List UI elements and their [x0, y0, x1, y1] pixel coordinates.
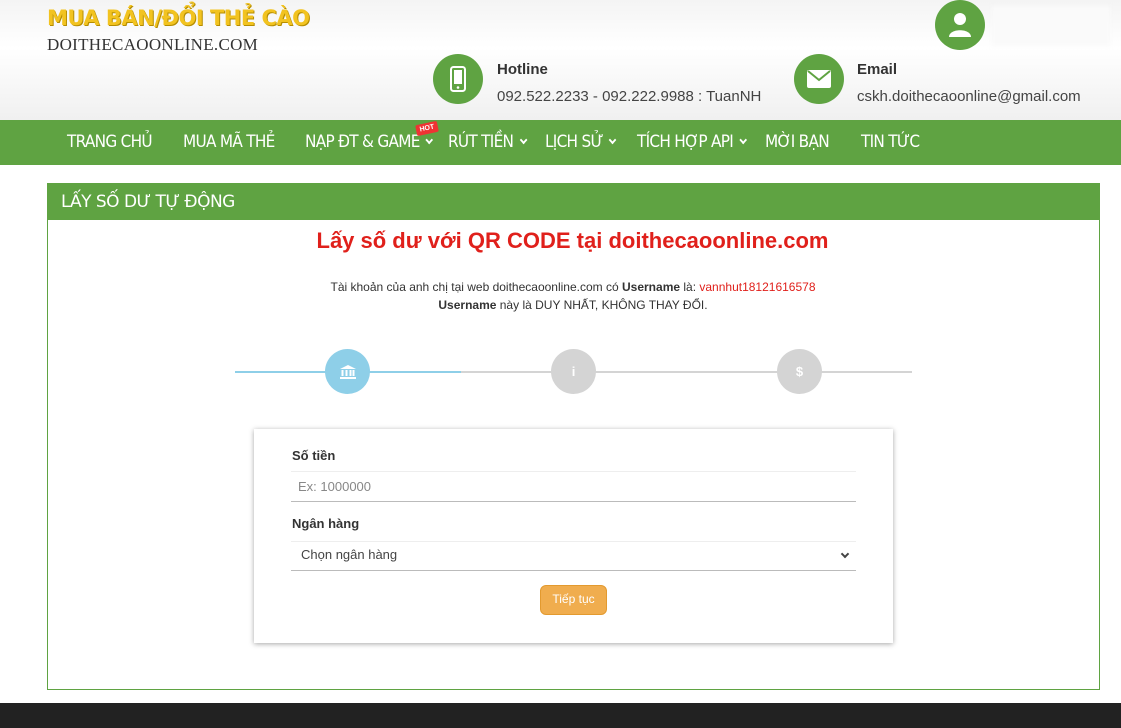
- nav-item-label: MỜI BẠN: [765, 132, 830, 152]
- logo-domain[interactable]: DOITHECAOONLINE.COM: [47, 35, 258, 55]
- chevron-down-icon: [519, 135, 527, 145]
- hotline-icon-circle: [433, 54, 483, 104]
- note-rest: này là DUY NHẤT, KHÔNG THAY ĐỔI.: [496, 298, 708, 312]
- bank-select-value: Chọn ngân hàng: [301, 547, 398, 562]
- chevron-down-icon: [608, 135, 617, 145]
- nav-item-label: NẠP ĐT & GAME: [305, 132, 420, 152]
- nav-item-label: TRANG CHỦ: [67, 132, 153, 152]
- logo-title[interactable]: MUA BÁN/ĐỔI THẺ CÀO: [47, 6, 310, 30]
- bank-label: Ngân hàng: [292, 516, 360, 531]
- amount-label: Số tiền: [292, 448, 336, 463]
- chevron-down-icon: [739, 135, 747, 145]
- amount-input[interactable]: [291, 471, 856, 502]
- nav-item-history[interactable]: LỊCH SỬ: [545, 120, 617, 165]
- hotline-value: 092.522.2233 - 092.222.9988 : TuanNH: [497, 88, 762, 105]
- hotline-title: Hotline: [497, 61, 548, 78]
- nav-item-topup[interactable]: NẠP ĐT & GAME: [305, 120, 434, 165]
- user-avatar[interactable]: [935, 0, 985, 50]
- nav-item-label: TIN TỨC: [861, 132, 920, 152]
- nav-item-invite[interactable]: MỜI BẠN: [765, 120, 830, 165]
- main-nav: TRANG CHỦ MUA MÃ THẺ NẠP ĐT & GAME RÚT T…: [0, 120, 1121, 165]
- info-icon: i: [571, 364, 576, 379]
- account-info-line: Tài khoản của anh chị tại web doithecaoo…: [0, 280, 1121, 294]
- step-progress-inactive: [461, 371, 912, 373]
- unique-note-line: Username này là DUY NHẤT, KHÔNG THAY ĐỔI…: [0, 298, 1121, 312]
- chevron-down-icon: [425, 135, 434, 145]
- email-icon-circle: [794, 54, 844, 104]
- note-username-label: Username: [438, 298, 497, 312]
- nav-item-home[interactable]: TRANG CHỦ: [67, 120, 153, 165]
- info-mid: là:: [680, 280, 700, 294]
- username-value: vannhut18121616578: [699, 280, 816, 294]
- info-prefix: Tài khoản của anh chị tại web doithecaoo…: [330, 280, 622, 294]
- email-value[interactable]: cskh.doithecaoonline@gmail.com: [857, 88, 1081, 105]
- site-header: MUA BÁN/ĐỔI THẺ CÀO DOITHECAOONLINE.COM …: [0, 0, 1121, 120]
- user-name-redacted[interactable]: [992, 6, 1110, 46]
- nav-item-label: TÍCH HỢP API: [637, 132, 734, 152]
- user-icon: [949, 13, 971, 37]
- step-2: i: [551, 349, 596, 394]
- continue-button[interactable]: Tiếp tục: [540, 585, 607, 615]
- step-3: $: [777, 349, 822, 394]
- chevron-down-icon: [840, 549, 850, 559]
- bank-icon: [339, 364, 356, 379]
- nav-item-api[interactable]: TÍCH HỢP API: [637, 120, 747, 165]
- site-footer: [0, 703, 1121, 728]
- nav-item-buy-card[interactable]: MUA MÃ THẺ: [183, 120, 275, 165]
- nav-item-news[interactable]: TIN TỨC: [861, 120, 920, 165]
- dollar-icon: $: [795, 364, 804, 379]
- nav-item-label: RÚT TIỀN: [448, 132, 514, 152]
- envelope-icon: [807, 70, 831, 88]
- qr-heading: Lấy số dư với QR CODE tại doithecaoonlin…: [316, 228, 829, 253]
- email-title: Email: [857, 61, 898, 78]
- panel-title: LẤY SỐ DƯ TỰ ĐỘNG: [48, 184, 1099, 220]
- nav-item-withdraw[interactable]: RÚT TIỀN: [448, 120, 527, 165]
- bank-select[interactable]: Chọn ngân hàng: [291, 541, 856, 571]
- nav-item-label: LỊCH SỬ: [545, 132, 604, 152]
- nav-item-label: MUA MÃ THẺ: [183, 132, 275, 152]
- phone-icon: [450, 66, 466, 92]
- step-1: [325, 349, 370, 394]
- info-username-label: Username: [622, 280, 681, 294]
